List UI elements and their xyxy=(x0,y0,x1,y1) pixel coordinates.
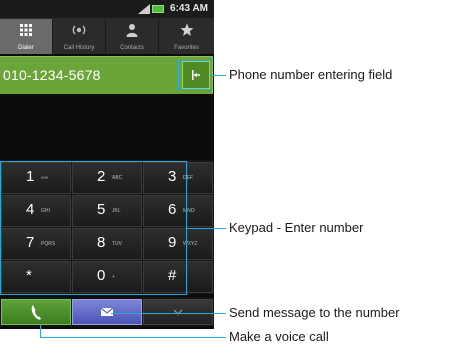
envelope-icon xyxy=(100,307,114,316)
tab-favorites[interactable]: Favorites xyxy=(159,19,214,54)
tab-label: Favorites xyxy=(174,45,199,51)
callout-box-delete xyxy=(178,60,212,90)
callout-line xyxy=(187,228,226,229)
battery-icon xyxy=(152,5,164,13)
callout-box-keypad xyxy=(0,161,187,295)
phone-number-value: 010-1234-5678 xyxy=(3,67,101,83)
star-icon xyxy=(180,23,193,36)
callout-number-field: Phone number entering field xyxy=(229,67,393,82)
tab-contacts[interactable]: Contacts xyxy=(106,19,159,54)
call-history-icon xyxy=(72,25,86,35)
tab-dialer[interactable]: Dialer xyxy=(0,19,53,54)
tab-label: Call History xyxy=(63,45,95,51)
call-button[interactable] xyxy=(1,299,71,325)
contacts-icon xyxy=(126,24,138,37)
send-message-button[interactable] xyxy=(72,299,142,325)
callout-line xyxy=(40,324,41,337)
tab-bar: Dialer Call History Contacts Favorites xyxy=(0,19,214,54)
status-time: 6:43 AM xyxy=(170,3,208,14)
callout-voice-call: Make a voice call xyxy=(229,329,329,344)
callout-keypad: Keypad - Enter number xyxy=(229,220,364,235)
callout-line xyxy=(111,313,226,314)
tab-label: Contacts xyxy=(120,45,144,51)
tab-call-history[interactable]: Call History xyxy=(53,19,106,54)
chevron-down-icon xyxy=(173,309,183,315)
status-bar: 6:43 AM xyxy=(0,0,214,19)
keypad-icon xyxy=(20,24,32,36)
callout-line xyxy=(40,337,226,338)
display-area xyxy=(0,94,214,160)
tab-label: Dialer xyxy=(18,45,34,51)
callout-send-message: Send message to the number xyxy=(229,305,400,320)
bottom-bar xyxy=(0,297,214,327)
phone-icon xyxy=(31,305,41,320)
callout-line xyxy=(212,75,226,76)
signal-icon xyxy=(138,4,150,14)
hide-keypad-button[interactable] xyxy=(143,299,213,325)
